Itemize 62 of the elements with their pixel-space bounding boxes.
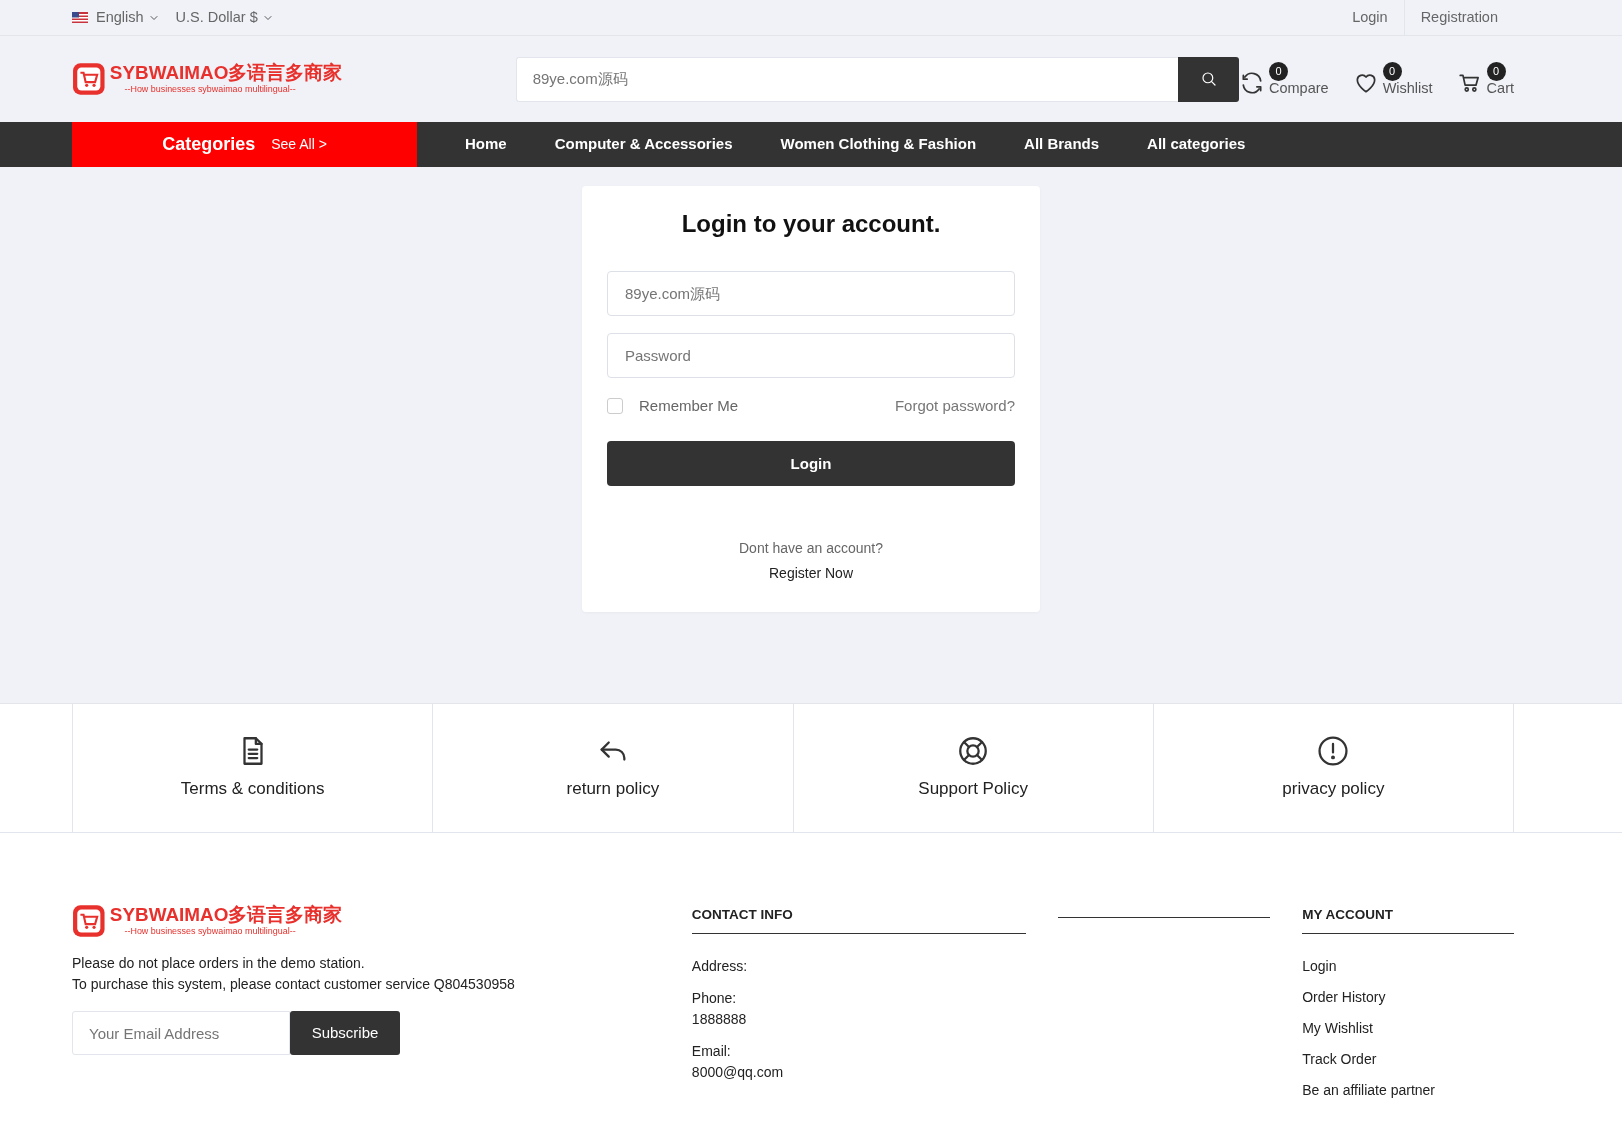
search-button[interactable] <box>1178 56 1239 102</box>
contact-label: Phone: <box>691 989 738 1009</box>
policy-link[interactable]: Terms & conditions <box>72 704 433 832</box>
contact-value: 8000@qq.com <box>691 1063 785 1083</box>
cart-logo-icon <box>72 62 106 96</box>
count-badge: 0 <box>1269 61 1288 81</box>
counter-label: Cart <box>1486 80 1514 97</box>
nav-link[interactable]: Women Clothing & Fashion <box>756 133 1001 156</box>
account-link[interactable]: Order History <box>1302 987 1386 1009</box>
signup-prompt: Dont have an account? <box>738 539 884 559</box>
cart-logo-icon <box>72 904 106 938</box>
account-link[interactable]: Be an affiliate partner <box>1302 1080 1436 1102</box>
email-field[interactable]: Your Email Address <box>72 1011 290 1055</box>
login-button[interactable]: Login <box>607 441 1015 487</box>
nav-link[interactable]: Home <box>441 133 531 156</box>
logo-tagline: --How businesses sybwaimao multilingual-- <box>124 924 297 938</box>
section-heading: CONTACT INFO <box>691 905 1027 935</box>
counter-label: Wishlist <box>1382 80 1433 97</box>
logo-text: SYBWAIMAO多语言多商家 <box>109 904 342 924</box>
contact-label: Address: <box>691 957 749 977</box>
section-heading: MY ACCOUNT <box>1302 905 1514 935</box>
refresh-arrows-icon <box>1239 69 1265 96</box>
exclamation-circle-icon <box>1316 734 1351 769</box>
search-icon <box>1199 70 1218 88</box>
login-title: Login to your account. <box>680 210 942 239</box>
nav-link[interactable]: All Brands <box>1000 133 1124 156</box>
account-link[interactable]: My Wishlist <box>1302 1018 1373 1040</box>
policy-link[interactable]: Support Policy <box>792 704 1153 832</box>
see-all-link[interactable]: See All > <box>271 134 327 155</box>
logo-tagline: --How businesses sybwaimao multilingual-- <box>124 82 297 96</box>
flag-icon <box>72 12 88 23</box>
logo-text: SYBWAIMAO多语言多商家 <box>109 62 342 82</box>
header-counter-link[interactable]: 0 Cart <box>1456 61 1514 97</box>
top-link[interactable]: Registration <box>1403 0 1514 35</box>
account-link[interactable]: Track Order <box>1302 1049 1377 1071</box>
forgot-password-link[interactable]: Forgot password? <box>894 394 1015 418</box>
footer-notice: Please do not place orders in the demo station. <box>72 954 366 973</box>
contact-value: 1888888 <box>691 1010 748 1030</box>
count-badge: 0 <box>1382 61 1402 81</box>
header-counter-link[interactable]: 0 Compare <box>1239 61 1329 97</box>
account-link[interactable]: Login <box>1302 956 1337 978</box>
currency-dropdown[interactable]: U.S. Dollar $ <box>175 6 274 29</box>
subscribe-button[interactable]: Subscribe <box>290 1011 400 1055</box>
register-link[interactable]: Register Now <box>769 563 853 585</box>
policy-link[interactable]: return policy <box>432 704 793 832</box>
footer-notice: To purchase this system, please contact customer service Q804530958 <box>72 975 516 994</box>
policy-link[interactable]: privacy policy <box>1152 704 1514 832</box>
remember-checkbox[interactable] <box>607 398 623 415</box>
categories-bar[interactable]: Categories See All > <box>72 122 417 167</box>
contact-label: Email: <box>691 1042 732 1062</box>
count-badge: 0 <box>1486 61 1506 81</box>
remember-label: Remember Me <box>639 395 739 416</box>
counter-label: Compare <box>1269 80 1329 97</box>
header-counter-link[interactable]: 0 Wishlist <box>1352 61 1433 97</box>
nav-link[interactable]: All categories <box>1123 133 1270 156</box>
input-field[interactable]: Password <box>607 332 1015 378</box>
nav-link[interactable]: Computer & Accessories <box>530 133 757 156</box>
top-link[interactable]: Login <box>1336 0 1404 35</box>
input-field[interactable]: 89ye.com源码 <box>607 270 1015 316</box>
categories-title: Categories <box>162 133 256 156</box>
language-dropdown[interactable]: English <box>96 6 160 29</box>
search-field[interactable]: 89ye.com源码 <box>515 56 1178 102</box>
